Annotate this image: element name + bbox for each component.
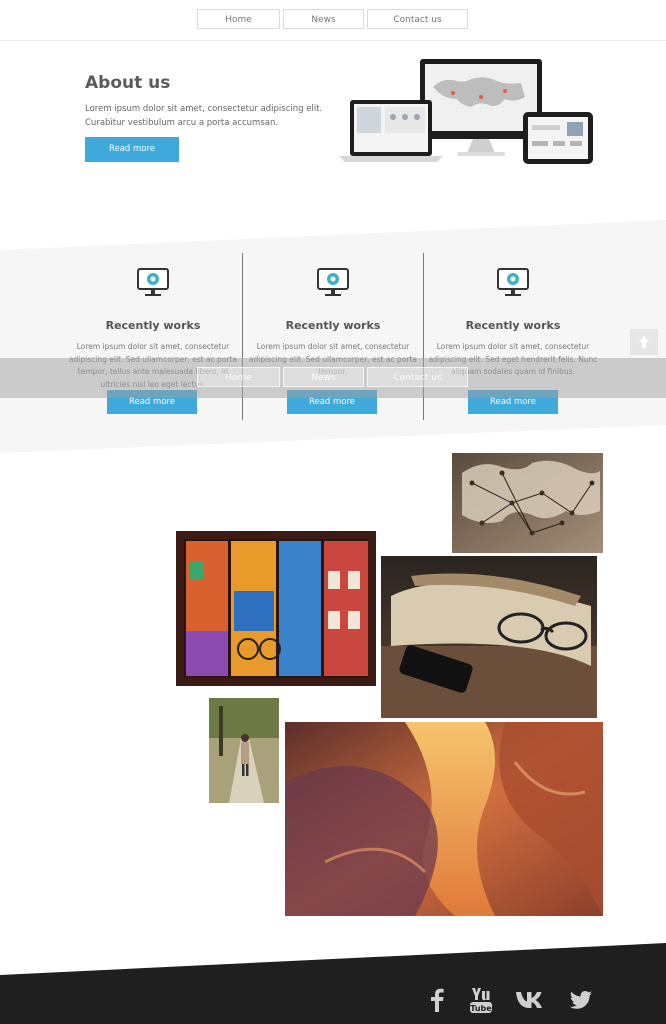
nav-news-button[interactable]: News <box>283 9 364 29</box>
facebook-icon[interactable] <box>430 988 444 1012</box>
works-band <box>0 220 666 453</box>
work-title-2: Recently works <box>285 319 381 332</box>
twitter-icon[interactable] <box>570 991 592 1009</box>
work-title-1: Recently works <box>105 319 201 332</box>
sticky-nav-contact-button[interactable]: Contact us <box>367 367 468 387</box>
sticky-nav-home-button[interactable]: Home <box>197 367 280 387</box>
world-map-pins-photo[interactable] <box>452 453 603 553</box>
footer-band <box>0 943 666 1024</box>
sticky-nav-news-button[interactable]: News <box>283 367 364 387</box>
youtube-icon[interactable]: Tube <box>469 987 493 1013</box>
svg-text:Tube: Tube <box>470 1004 492 1013</box>
sticky-nav: Home News Contact us <box>0 358 666 398</box>
nav-home-button[interactable]: Home <box>197 9 280 29</box>
top-nav: Home News Contact us <box>0 0 666 41</box>
sandstone-canyon-photo[interactable] <box>285 722 603 916</box>
vk-icon[interactable] <box>516 991 544 1009</box>
about-title: About us <box>85 73 171 93</box>
colorful-houses-photo[interactable] <box>176 531 376 686</box>
monitor-aperture-icon <box>497 268 529 296</box>
about-text: Lorem ipsum dolor sit amet, consectetur … <box>85 104 323 128</box>
work-title-3: Recently works <box>465 319 561 332</box>
about-read-more-button[interactable]: Read more <box>85 137 179 162</box>
monitor-aperture-icon <box>137 268 169 296</box>
devices-illustration <box>339 59 593 164</box>
nav-contact-button[interactable]: Contact us <box>367 9 468 29</box>
book-glasses-phone-photo[interactable] <box>381 556 597 718</box>
woman-walking-path-photo[interactable] <box>209 698 279 803</box>
scroll-top-button[interactable] <box>630 329 658 355</box>
monitor-aperture-icon <box>317 268 349 296</box>
arrow-up-icon <box>639 336 649 348</box>
